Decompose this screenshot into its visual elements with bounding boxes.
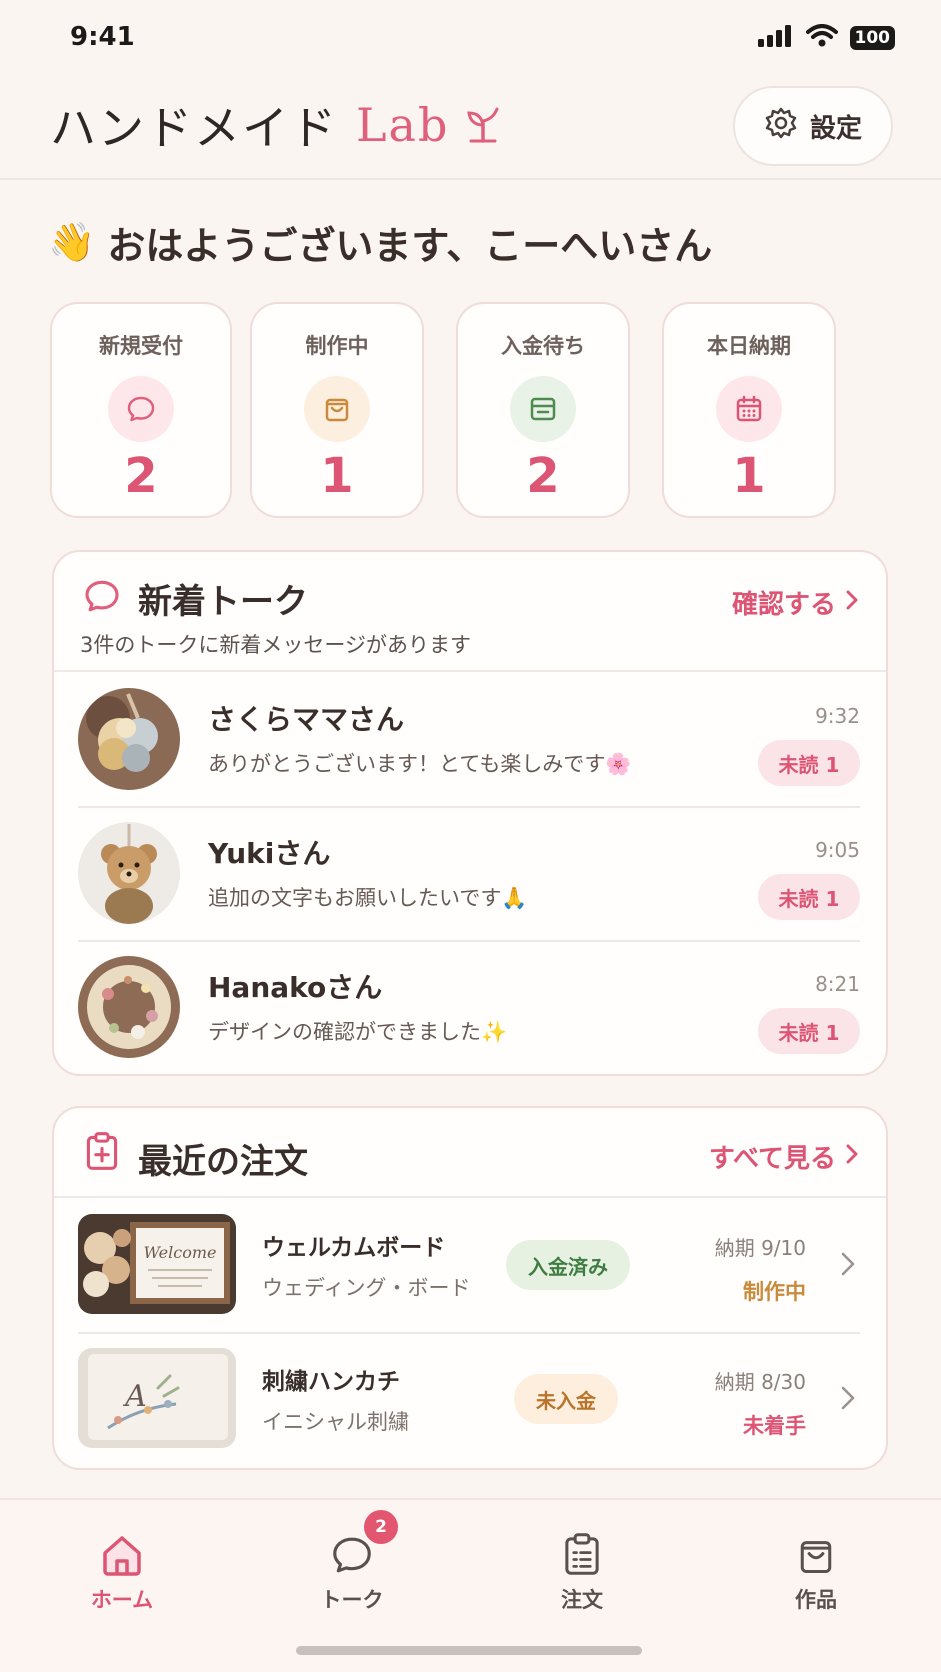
stat-label: 入金待ち — [501, 334, 585, 358]
thumb-initial: A — [122, 1379, 147, 1414]
new-talks-subtitle: 3件のトークに新着メッセージがあります — [80, 633, 471, 657]
chat-icon — [108, 376, 174, 442]
chevron-right-icon — [840, 1384, 856, 1416]
clipboard-icon — [512, 1522, 652, 1578]
tab-label: 注文 — [561, 1588, 603, 1612]
new-talks-panel: 新着トーク 3件のトークに新着メッセージがあります 確認する さくらママさん あ… — [52, 550, 888, 1076]
talk-row[interactable]: さくらママさん ありがとうございます！とても楽しみです🌸 9:32 未読 1 — [54, 672, 886, 806]
order-category: イニシャル刺繍 — [262, 1410, 409, 1434]
avatar — [78, 822, 180, 924]
app-title: ハンドメイド Lab — [50, 92, 503, 158]
talk-row[interactable]: Yukiさん 追加の文字もお願いしたいです🙏 9:05 未読 1 — [54, 806, 886, 940]
talk-name: Yukiさん — [208, 837, 331, 870]
clipboard-plus-icon — [82, 1130, 122, 1176]
recent-orders-title: 最近の注文 — [138, 1142, 308, 1182]
app-title-main: ハンドメイド — [50, 101, 338, 155]
status-time: 9:41 — [70, 22, 135, 52]
talk-row[interactable]: Hanakoさん デザインの確認ができました✨ 8:21 未読 1 — [54, 940, 886, 1074]
order-name: ウェルカムボード — [262, 1235, 446, 1261]
view-all-label: すべて見る — [708, 1144, 836, 1174]
stat-value: 1 — [320, 448, 354, 504]
tab-label: ホーム — [90, 1588, 154, 1612]
stat-value: 2 — [526, 448, 560, 504]
unread-badge: 未読 1 — [758, 740, 860, 786]
view-all-orders-link[interactable]: すべて見る — [709, 1138, 860, 1175]
bag-icon — [746, 1522, 886, 1578]
order-category: ウェディング・ボード — [262, 1276, 471, 1300]
confirm-talks-link[interactable]: 確認する — [732, 584, 860, 621]
new-talks-title: 新着トーク — [138, 582, 308, 622]
talk-time: 9:05 — [815, 838, 860, 862]
greeting-text: おはようございます、こーへいさん — [107, 224, 713, 268]
new-talks-header: 新着トーク 3件のトークに新着メッセージがあります 確認する — [54, 552, 886, 672]
payment-status-badge: 入金済み — [506, 1240, 630, 1290]
avatar — [78, 956, 180, 1058]
tab-label: トーク — [320, 1588, 384, 1612]
avatar — [78, 688, 180, 790]
tab-orders[interactable]: 注文 — [512, 1522, 652, 1614]
talk-message: 追加の文字もお願いしたいです🙏 — [208, 886, 528, 910]
status-icons: 100 — [757, 24, 895, 52]
signal-icon — [757, 25, 794, 51]
wave-hand-icon: 👋 — [48, 220, 96, 264]
settings-label: 設定 — [809, 113, 862, 144]
due-date: 納期 9/10 — [714, 1236, 806, 1260]
talk-message: デザインの確認ができました✨ — [208, 1020, 508, 1044]
gear-icon — [764, 106, 798, 147]
chevron-right-icon — [844, 1142, 860, 1172]
order-thumbnail: Welcome — [78, 1214, 236, 1314]
stat-card-in-progress[interactable]: 制作中 1 — [250, 302, 424, 518]
chevron-right-icon — [844, 588, 860, 618]
recent-orders-panel: 最近の注文 すべて見る Welcome ウェルカムボード ウェディング・ボード … — [52, 1106, 888, 1470]
home-icon — [52, 1522, 192, 1578]
order-status: 制作中 — [743, 1280, 806, 1304]
stat-label: 制作中 — [305, 334, 369, 358]
wallet-icon — [510, 376, 576, 442]
talk-time: 8:21 — [815, 972, 860, 996]
settings-button[interactable]: 設定 — [733, 86, 893, 166]
talk-name: さくらママさん — [208, 703, 405, 736]
chat-icon — [282, 1522, 422, 1578]
payment-status-badge: 未入金 — [514, 1374, 618, 1424]
stat-cards: 新規受付 2 制作中 1 入金待ち 2 本日納期 1 — [50, 302, 890, 518]
tab-talk[interactable]: 2 トーク — [282, 1510, 422, 1614]
stat-card-new[interactable]: 新規受付 2 — [50, 302, 232, 518]
talk-time: 9:32 — [815, 704, 860, 728]
order-status: 未着手 — [743, 1414, 806, 1438]
recent-orders-header: 最近の注文 すべて見る — [54, 1108, 886, 1198]
tab-home[interactable]: ホーム — [52, 1522, 192, 1614]
talk-name: Hanakoさん — [208, 971, 383, 1004]
talk-message: ありがとうございます！とても楽しみです🌸 — [208, 752, 632, 776]
status-bar: 9:41 100 — [0, 0, 941, 78]
stat-label: 新規受付 — [99, 334, 183, 358]
tab-works[interactable]: 作品 — [746, 1522, 886, 1614]
app-title-accent: Lab — [356, 98, 450, 152]
chat-icon — [82, 576, 122, 620]
confirm-talks-label: 確認する — [731, 590, 836, 620]
wifi-icon — [805, 24, 838, 52]
stat-value: 1 — [732, 448, 766, 504]
tab-label: 作品 — [795, 1588, 837, 1612]
home-indicator[interactable] — [296, 1646, 642, 1655]
calendar-icon — [716, 376, 782, 442]
greeting: 👋 おはようございます、こーへいさん — [48, 215, 712, 270]
unread-badge: 未読 1 — [758, 874, 860, 920]
stat-card-due-today[interactable]: 本日納期 1 — [662, 302, 836, 518]
thumb-script-text: Welcome — [144, 1243, 217, 1262]
due-date: 納期 8/30 — [714, 1370, 806, 1394]
stat-label: 本日納期 — [707, 334, 791, 358]
chevron-right-icon — [840, 1250, 856, 1282]
tab-talk-badge: 2 — [364, 1510, 398, 1544]
stat-value: 2 — [124, 448, 158, 504]
order-row[interactable]: Welcome ウェルカムボード ウェディング・ボード 入金済み 納期 9/10… — [54, 1198, 886, 1332]
battery-indicator: 100 — [849, 26, 895, 50]
sprout-icon — [463, 105, 503, 145]
bag-icon — [304, 376, 370, 442]
stat-card-awaiting-payment[interactable]: 入金待ち 2 — [456, 302, 630, 518]
app-header: ハンドメイド Lab 設定 — [0, 78, 941, 180]
order-thumbnail: A — [78, 1348, 236, 1448]
unread-badge: 未読 1 — [758, 1008, 860, 1054]
order-row[interactable]: A 刺繍ハンカチ イニシャル刺繍 未入金 納期 8/30 未着手 — [54, 1332, 886, 1466]
order-name: 刺繍ハンカチ — [262, 1369, 400, 1395]
